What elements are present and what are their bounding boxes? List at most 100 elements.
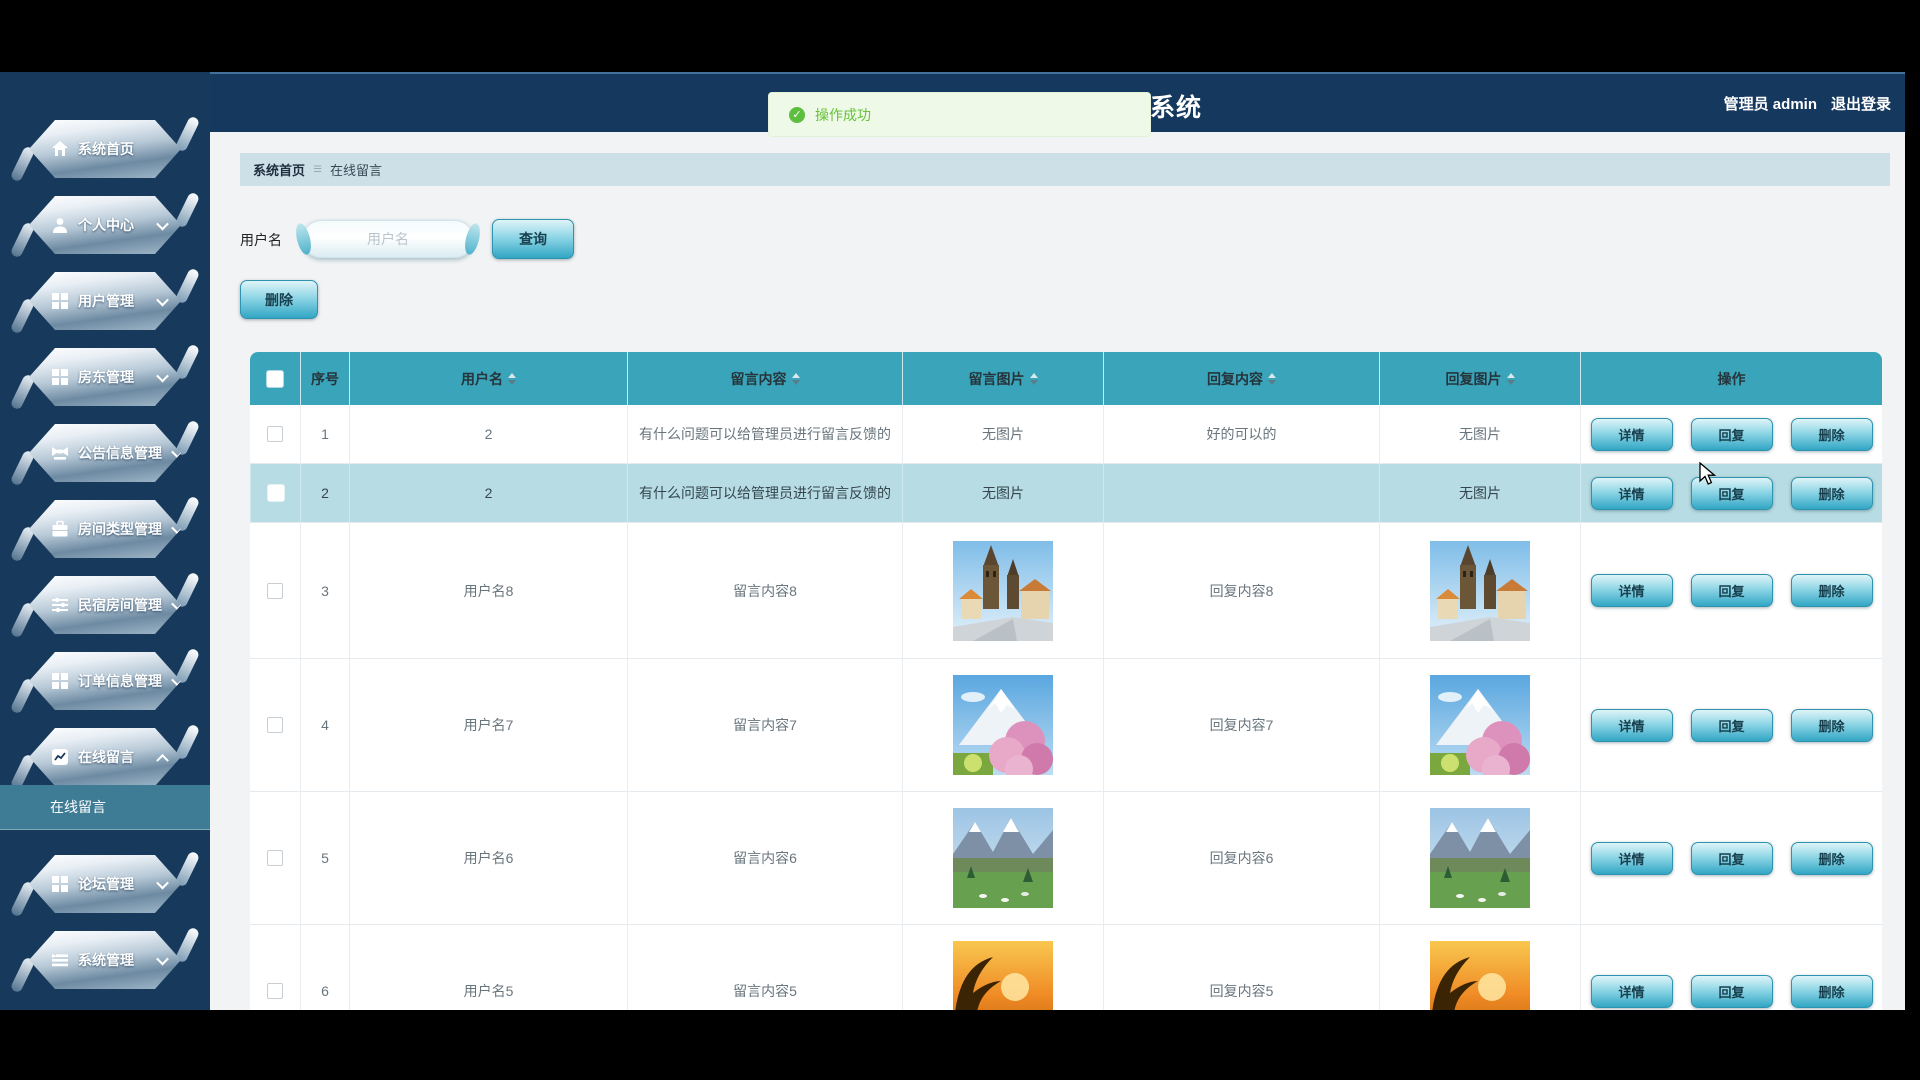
batch-delete-button[interactable]: 删除 [240, 280, 318, 319]
sidebar-item-forum-management[interactable]: 论坛管理 [29, 855, 181, 913]
sort-arrows-icon[interactable] [508, 373, 516, 385]
detail-button[interactable]: 详情 [1591, 975, 1673, 1008]
col-reply[interactable]: 回复内容 [1103, 352, 1379, 405]
table-row[interactable]: 3 用户名8 留言内容8 回复内容8 [250, 523, 1882, 659]
detail-button[interactable]: 详情 [1591, 477, 1673, 510]
sidebar-item-landlord-management[interactable]: 房东管理 [29, 348, 181, 406]
cell-reply: 好的可以的 [1103, 405, 1379, 463]
reply-button[interactable]: 回复 [1691, 418, 1773, 451]
fuji-photo[interactable] [1430, 675, 1530, 775]
detail-button[interactable]: 详情 [1591, 709, 1673, 742]
table-row-selected[interactable]: 2 2 有什么问题可以给管理员进行留言反馈的 无图片 无图片 详情 回复 删除 [250, 464, 1882, 523]
sunset-photo[interactable] [1430, 941, 1530, 1010]
cell-index: 1 [300, 405, 349, 463]
reply-button[interactable]: 回复 [1691, 842, 1773, 875]
sidebar-item-label: 房东管理 [78, 367, 147, 387]
admin-name-label: 管理员 admin [1724, 93, 1817, 114]
row-checkbox[interactable] [267, 983, 283, 999]
sliders-icon [51, 596, 69, 614]
table-row[interactable]: 1 2 有什么问题可以给管理员进行留言反馈的 无图片 好的可以的 无图片 详情 … [250, 405, 1882, 464]
chevron-down-icon [156, 293, 169, 306]
cell-username: 2 [349, 464, 627, 522]
delete-button[interactable]: 删除 [1791, 975, 1873, 1008]
row-checkbox[interactable] [267, 850, 283, 866]
screen: 系统 管理员 admin 退出登录 ✓ 操作成功 系统首页 个人中心 [0, 0, 1920, 1080]
sidebar-item-label: 个人中心 [78, 215, 147, 235]
row-checkbox[interactable] [267, 583, 283, 599]
sort-arrows-icon[interactable] [1030, 373, 1038, 385]
sidebar-item-label: 订单信息管理 [78, 671, 162, 691]
sidebar-item-online-message[interactable]: 在线留言 [29, 728, 181, 786]
delete-button[interactable]: 删除 [1791, 418, 1873, 451]
cell-reply-image: 无图片 [1379, 405, 1580, 463]
reply-button[interactable]: 回复 [1691, 574, 1773, 607]
col-username[interactable]: 用户名 [349, 352, 627, 405]
castle-photo[interactable] [1430, 541, 1530, 641]
success-toast: ✓ 操作成功 [768, 92, 1151, 137]
reply-button[interactable]: 回复 [1691, 709, 1773, 742]
grid-icon [51, 368, 69, 386]
logout-link[interactable]: 退出登录 [1831, 93, 1891, 114]
delete-button[interactable]: 删除 [1791, 842, 1873, 875]
cell-reply: 回复内容6 [1103, 792, 1379, 924]
sidebar-subitem-online-message-active[interactable]: 在线留言 [0, 785, 210, 830]
breadcrumb-home[interactable]: 系统首页 [253, 160, 305, 179]
list-icon [51, 951, 69, 969]
cell-message-image [902, 792, 1103, 924]
col-message-image[interactable]: 留言图片 [902, 352, 1103, 405]
cell-reply-image: 无图片 [1379, 464, 1580, 522]
breadcrumb-current: 在线留言 [330, 160, 382, 179]
row-checkbox[interactable] [268, 485, 284, 501]
sidebar-item-announcement-management[interactable]: 公告信息管理 [29, 424, 181, 482]
toast-message: 操作成功 [815, 105, 871, 125]
table-row[interactable]: 5 用户名6 留言内容6 回复内容6 [250, 792, 1882, 925]
delete-button[interactable]: 删除 [1791, 709, 1873, 742]
meadow-photo[interactable] [1430, 808, 1530, 908]
table-row[interactable]: 6 用户名5 留言内容5 回复内容5 [250, 925, 1882, 1010]
cell-message-image: 无图片 [902, 464, 1103, 522]
sunset-photo[interactable] [953, 941, 1053, 1010]
fuji-photo[interactable] [953, 675, 1053, 775]
table-row[interactable]: 4 用户名7 留言内容7 回复内容7 [250, 659, 1882, 792]
row-checkbox[interactable] [267, 426, 283, 442]
table-header-row: 序号 用户名 留言内容 留言图片 回复内容 回复图片 操作 [250, 352, 1882, 405]
cell-message-image [902, 523, 1103, 658]
select-all-checkbox[interactable] [267, 371, 283, 387]
cell-username: 用户名5 [349, 925, 627, 1010]
reply-button[interactable]: 回复 [1691, 477, 1773, 510]
sidebar-item-homestay-room-management[interactable]: 民宿房间管理 [29, 576, 181, 634]
sidebar-item-order-management[interactable]: 订单信息管理 [29, 652, 181, 710]
chevron-down-icon [156, 217, 169, 230]
delete-button[interactable]: 删除 [1791, 574, 1873, 607]
row-checkbox[interactable] [267, 717, 283, 733]
detail-button[interactable]: 详情 [1591, 574, 1673, 607]
meadow-photo[interactable] [953, 808, 1053, 908]
sort-arrows-icon[interactable] [1268, 373, 1276, 385]
col-index[interactable]: 序号 [300, 352, 349, 405]
cell-actions: 详情 回复 删除 [1580, 659, 1882, 791]
sidebar-item-user-management[interactable]: 用户管理 [29, 272, 181, 330]
col-message[interactable]: 留言内容 [627, 352, 902, 405]
col-reply-image[interactable]: 回复图片 [1379, 352, 1580, 405]
reply-button[interactable]: 回复 [1691, 975, 1773, 1008]
sidebar-item-system-management[interactable]: 系统管理 [29, 931, 181, 989]
sidebar-item-room-type-management[interactable]: 房间类型管理 [29, 500, 181, 558]
cell-message-image [902, 659, 1103, 791]
sort-arrows-icon[interactable] [792, 373, 800, 385]
detail-button[interactable]: 详情 [1591, 842, 1673, 875]
cell-reply: 回复内容7 [1103, 659, 1379, 791]
cell-username: 用户名7 [349, 659, 627, 791]
detail-button[interactable]: 详情 [1591, 418, 1673, 451]
cell-message: 有什么问题可以给管理员进行留言反馈的 [627, 405, 902, 463]
castle-photo[interactable] [953, 541, 1053, 641]
search-button[interactable]: 查询 [492, 219, 574, 259]
cell-actions: 详情 回复 删除 [1580, 792, 1882, 924]
username-input[interactable] [302, 220, 474, 258]
cell-reply-image [1379, 792, 1580, 924]
sort-arrows-icon[interactable] [1507, 373, 1515, 385]
sidebar-item-home[interactable]: 系统首页 [29, 120, 181, 178]
sidebar-item-personal-center[interactable]: 个人中心 [29, 196, 181, 254]
cell-reply-image [1379, 925, 1580, 1010]
delete-button[interactable]: 删除 [1791, 477, 1873, 510]
cell-username: 用户名6 [349, 792, 627, 924]
